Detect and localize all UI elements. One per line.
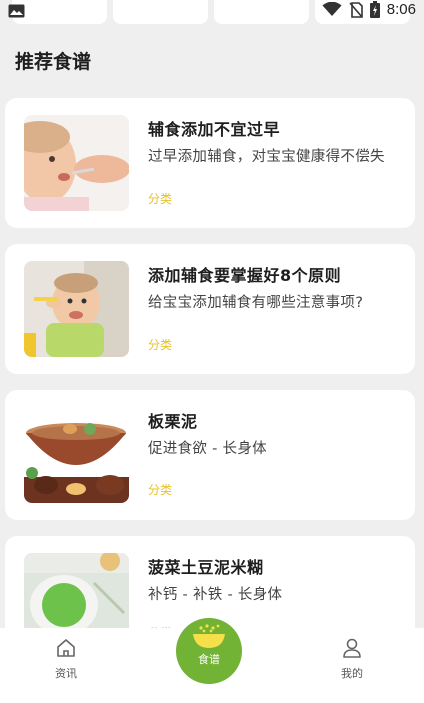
nav-tab-mine[interactable]: 我的 [322,638,382,681]
clock: 8:06 [386,1,416,18]
home-icon [57,639,75,657]
section-title: 推荐食谱 [15,51,92,73]
top-tab-stub[interactable] [12,0,107,24]
recipe-thumbnail [24,115,129,211]
bowl-icon [193,624,225,648]
nav-label: 我的 [341,667,363,680]
top-tab-stub[interactable] [214,0,309,24]
recipe-card[interactable]: 添加辅食要掌握好8个原则 给宝宝添加辅食有哪些注意事项? 分类 [5,244,415,374]
nav-tab-recipes[interactable]: 食谱 [176,618,242,684]
wifi-icon [322,2,342,16]
recipe-category-tag[interactable]: 分类 [148,190,172,207]
recipe-category-tag[interactable]: 分类 [148,481,172,498]
nav-label: 食谱 [198,653,220,666]
top-tab-stub[interactable] [113,0,208,24]
recipe-title: 辅食添加不宜过早 [148,120,281,139]
recipe-description: 过早添加辅食，对宝宝健康得不偿失 [148,149,385,165]
recipe-title: 板栗泥 [148,412,198,431]
nav-label: 资讯 [55,667,77,680]
recipe-title: 菠菜土豆泥米糊 [148,558,264,577]
no-sim-icon [349,1,363,18]
recipe-thumbnail [24,261,129,357]
image-icon [8,4,25,18]
battery-icon [369,1,380,18]
status-bar: 8:06 [0,0,424,26]
recipe-description: 补钙 - 补铁 - 长身体 [148,587,283,603]
recipe-card[interactable]: 辅食添加不宜过早 过早添加辅食，对宝宝健康得不偿失 分类 [5,98,415,228]
recipe-description: 给宝宝添加辅食有哪些注意事项? [148,295,364,311]
recipe-category-tag[interactable]: 分类 [148,336,172,353]
recipe-title: 添加辅食要掌握好8个原则 [148,266,342,285]
recipe-thumbnail [24,407,129,503]
recipe-description: 促进食欲 - 长身体 [148,441,267,457]
recipe-card[interactable]: 板栗泥 促进食欲 - 长身体 分类 [5,390,415,520]
nav-tab-news[interactable]: 资讯 [36,638,96,681]
bottom-nav: 资讯 食谱 我的 [0,618,424,703]
user-icon [343,638,361,658]
